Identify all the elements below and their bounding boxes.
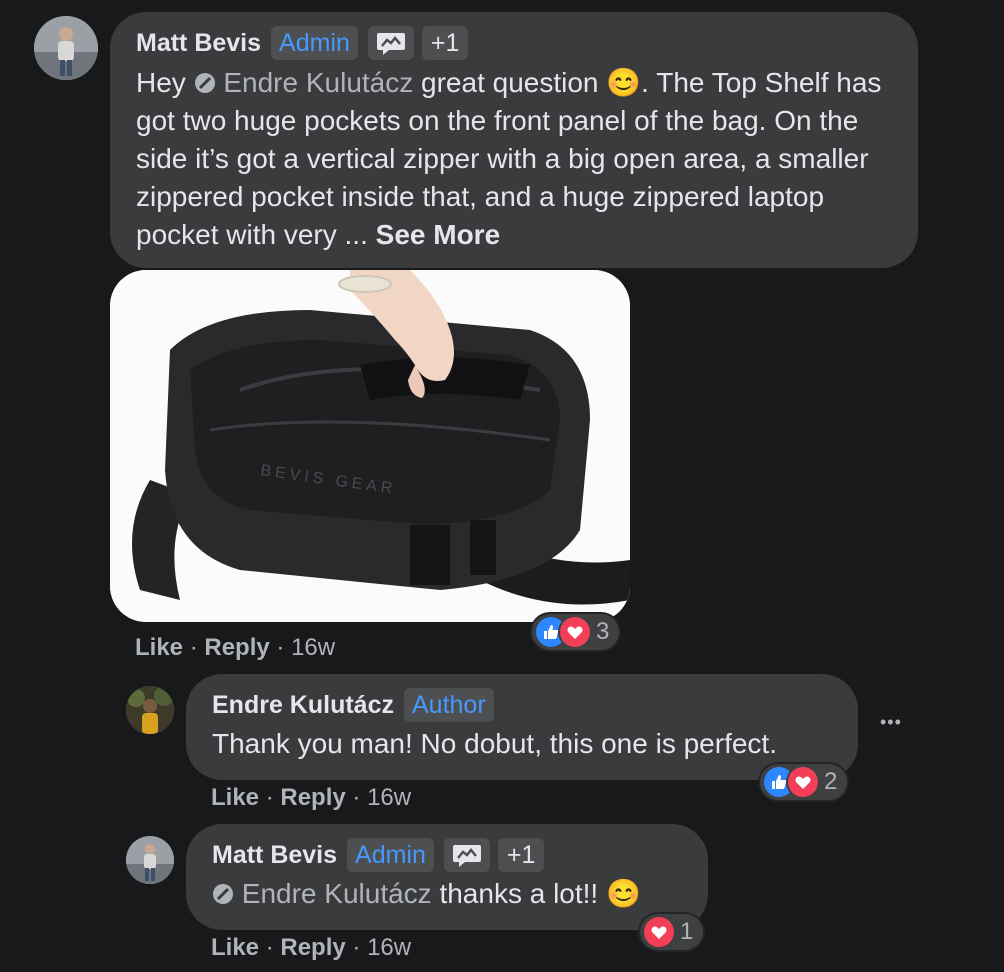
- reaction-count: 3: [596, 618, 610, 645]
- comment-text: Thank you man! No dobut, this one is per…: [212, 728, 777, 759]
- reactions-summary[interactable]: 2: [760, 764, 848, 800]
- blocked-profile-icon: [213, 884, 233, 904]
- timestamp[interactable]: 16w: [367, 934, 411, 961]
- comment-bubble: Matt Bevis Admin +1 Hey Endre Kulutácz g…: [110, 12, 918, 268]
- reaction-count: 2: [824, 768, 838, 795]
- reactions-summary[interactable]: 1: [640, 914, 704, 950]
- comment-text-rest: thanks a lot!!: [439, 878, 599, 909]
- timestamp[interactable]: 16w: [367, 784, 411, 811]
- avatar[interactable]: [34, 16, 98, 80]
- admin-badge[interactable]: Admin: [271, 26, 358, 60]
- comment-text-start: Hey: [136, 67, 186, 98]
- comment-text-mid: great question: [421, 67, 599, 98]
- separator: ·: [352, 934, 361, 961]
- reactions-summary[interactable]: 3: [532, 614, 620, 650]
- comment-text: Hey Endre Kulutácz great question 😊. The…: [136, 64, 896, 254]
- mention-link[interactable]: Endre Kulutácz: [194, 67, 413, 98]
- comment-author[interactable]: Matt Bevis: [212, 841, 337, 870]
- comment-photo[interactable]: BEVIS GEAR: [110, 270, 630, 622]
- separator: ·: [276, 634, 285, 661]
- comment-author[interactable]: Endre Kulutácz: [212, 691, 394, 720]
- reaction-count: 1: [680, 918, 694, 945]
- reply-button[interactable]: Reply: [280, 784, 345, 811]
- comment-actions: Like · Reply · 16w: [211, 784, 411, 812]
- smile-emoji-icon: 😊: [606, 878, 641, 909]
- mention-name[interactable]: Endre Kulutácz: [242, 878, 432, 909]
- chat-badge-icon[interactable]: [367, 26, 414, 60]
- chat-badge-icon[interactable]: [443, 838, 490, 872]
- comment-actions: Like · Reply · 16w: [211, 934, 411, 962]
- like-button[interactable]: Like: [211, 784, 259, 811]
- mention-link[interactable]: Endre Kulutácz: [212, 878, 432, 909]
- comment-actions: Like · Reply · 16w: [135, 634, 335, 662]
- like-button[interactable]: Like: [211, 934, 259, 961]
- blocked-profile-icon: [194, 73, 215, 93]
- comment-bubble: Matt Bevis Admin +1 Endre Kulutácz thank…: [186, 824, 708, 930]
- comment-text: Endre Kulutácz thanks a lot!! 😊: [212, 875, 682, 913]
- more-options-icon[interactable]: •••: [880, 712, 902, 733]
- love-reaction-icon: [560, 617, 590, 647]
- avatar[interactable]: [126, 836, 174, 884]
- badge-count[interactable]: +1: [421, 26, 469, 60]
- badge-count[interactable]: +1: [497, 838, 545, 872]
- separator: ·: [265, 784, 274, 811]
- reply-button[interactable]: Reply: [204, 634, 269, 661]
- comment-author[interactable]: Matt Bevis: [136, 29, 261, 58]
- author-badge[interactable]: Author: [403, 688, 494, 722]
- comment-bubble: Endre Kulutácz Author Thank you man! No …: [186, 674, 858, 780]
- mention-name[interactable]: Endre Kulutácz: [223, 67, 413, 98]
- love-reaction-icon: [644, 917, 674, 947]
- separator: ·: [352, 784, 361, 811]
- like-button[interactable]: Like: [135, 634, 183, 661]
- separator: ·: [189, 634, 198, 661]
- see-more-link[interactable]: See More: [376, 219, 501, 250]
- smile-emoji-icon: 😊: [606, 67, 642, 98]
- separator: ·: [265, 934, 274, 961]
- timestamp[interactable]: 16w: [291, 634, 335, 661]
- avatar[interactable]: [126, 686, 174, 734]
- love-reaction-icon: [788, 767, 818, 797]
- admin-badge[interactable]: Admin: [347, 838, 434, 872]
- reply-button[interactable]: Reply: [280, 934, 345, 961]
